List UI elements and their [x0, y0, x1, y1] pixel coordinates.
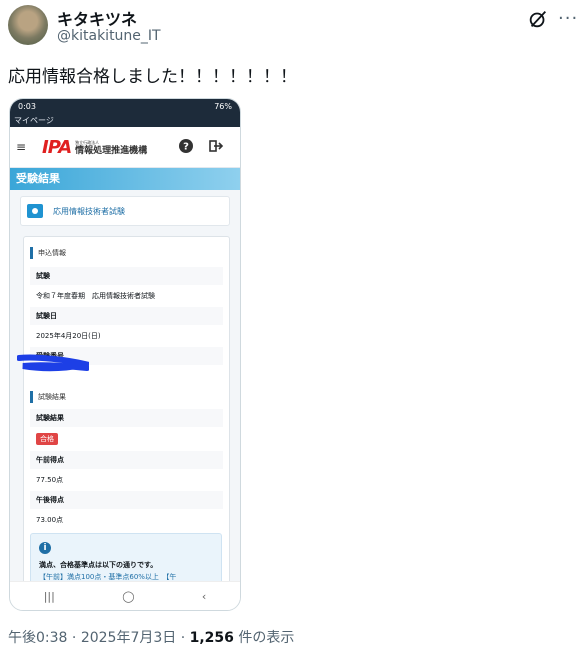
org-name: 情報処理推進機構 [75, 146, 148, 156]
result-heading: 試験結果 [30, 391, 229, 403]
home-icon: ◯ [122, 589, 135, 603]
pm-value: 73.00点 [36, 516, 64, 524]
info-icon: i [39, 542, 51, 554]
browser-tab-title: マイページ [10, 114, 240, 127]
logout-icon [209, 140, 224, 152]
recent-apps-icon: ||| [43, 589, 55, 603]
result-panel: 申込情報 試験 令和７年度春期 応用情報技術者試験 試験日 2025年4月20日… [23, 236, 230, 610]
result-label: 試験結果 [30, 409, 223, 427]
exam-icon [27, 204, 43, 218]
back-icon: ‹ [201, 589, 207, 603]
date-value: 2025年4月20日(日) [36, 332, 101, 340]
result-row: 試験結果 合格 [30, 409, 223, 451]
help-icon: ? [179, 139, 193, 153]
view-count: 1,256 [189, 630, 234, 646]
logo-text: IPA [42, 136, 72, 158]
am-label: 午前得点 [30, 451, 223, 469]
exam-value: 令和７年度春期 応用情報技術者試験 [36, 292, 155, 300]
phone-time: 0:03 [18, 102, 36, 111]
date-row: 試験日 2025年4月20日(日) [30, 307, 223, 347]
pass-badge: 合格 [36, 433, 58, 445]
tweet-date[interactable]: 2025年7月3日 [81, 630, 176, 646]
exam-name: 応用情報技術者試験 [53, 206, 125, 216]
org-name-block: 独立行政法人 情報処理推進機構 [75, 138, 147, 156]
tweet-time[interactable]: 午後0:38 [8, 630, 67, 646]
results-content: 応用情報技術者試験 申込情報 試験 令和７年度春期 応用情報技術者試験 試験日 … [10, 190, 240, 610]
author-handle[interactable]: @kitakitune_IT [57, 28, 161, 44]
author-avatar[interactable] [8, 5, 48, 45]
phone-battery: 76% [214, 102, 232, 111]
ipa-logo: IPA 独立行政法人 情報処理推進機構 [42, 137, 147, 158]
date-label: 試験日 [30, 307, 223, 325]
phone-status-bar: 0:03 76% [10, 99, 240, 114]
info-line-1: 満点、合格基準点は以下の通りです。 [39, 561, 158, 569]
pm-score-row: 午後得点 73.00点 [30, 491, 223, 531]
section-title: 受験結果 [10, 168, 240, 190]
pm-label: 午後得点 [30, 491, 223, 509]
exam-row: 試験 令和７年度春期 応用情報技術者試験 [30, 267, 223, 307]
redaction-scribble [17, 354, 89, 372]
menu-icon: ≡ [15, 140, 27, 154]
app-header: ≡ IPA 独立行政法人 情報処理推進機構 ? [10, 127, 240, 168]
application-heading: 申込情報 [30, 247, 229, 259]
exam-card: 応用情報技術者試験 [20, 196, 230, 226]
am-score-row: 午前得点 77.50点 [30, 451, 223, 491]
tweet-text: 応用情報合格しました！！！！！！！ [8, 67, 297, 87]
am-value: 77.50点 [36, 476, 64, 484]
tweet-meta: 午後0:38 · 2025年7月3日 · 1,256 件の表示 [8, 630, 295, 646]
grok-icon[interactable] [527, 8, 549, 30]
author-name[interactable]: キタキツネ [57, 6, 137, 30]
android-nav-bar: ||| ◯ ‹ [10, 581, 240, 610]
exam-label: 試験 [30, 267, 223, 285]
svg-text:?: ? [183, 142, 189, 153]
more-options-icon[interactable]: ··· [558, 8, 578, 29]
view-suffix: 件の表示 [238, 630, 295, 646]
